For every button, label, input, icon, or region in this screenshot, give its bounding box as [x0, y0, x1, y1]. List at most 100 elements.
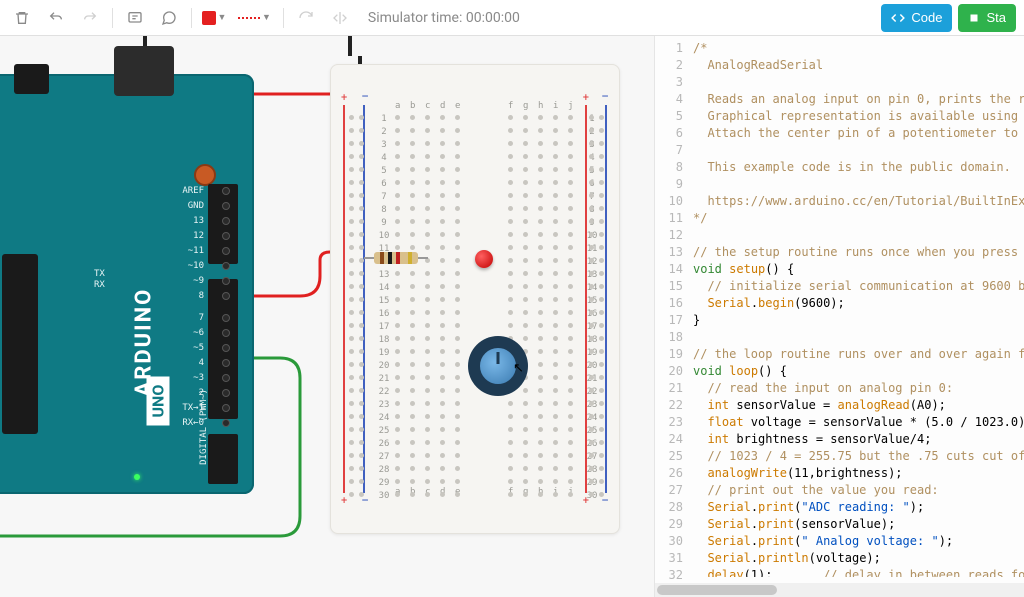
tie-point[interactable] [395, 349, 400, 354]
rail-point[interactable] [589, 271, 594, 276]
tie-point[interactable] [523, 115, 528, 120]
tie-point[interactable] [568, 336, 573, 341]
rail-point[interactable] [349, 115, 354, 120]
tie-point[interactable] [568, 271, 573, 276]
tie-point[interactable] [440, 492, 445, 497]
rail-point[interactable] [589, 453, 594, 458]
tie-point[interactable] [538, 232, 543, 237]
rail-point[interactable] [589, 388, 594, 393]
tie-point[interactable] [425, 414, 430, 419]
rail-point[interactable] [349, 323, 354, 328]
tie-point[interactable] [440, 219, 445, 224]
tie-point[interactable] [538, 401, 543, 406]
tie-point[interactable] [523, 440, 528, 445]
rail-point[interactable] [589, 414, 594, 419]
rail-point[interactable] [599, 414, 604, 419]
rail-point[interactable] [359, 466, 364, 471]
wire-color-picker[interactable]: ▼ [200, 4, 228, 32]
rail-point[interactable] [599, 310, 604, 315]
tie-point[interactable] [538, 388, 543, 393]
tie-point[interactable] [508, 180, 513, 185]
tie-point[interactable] [508, 440, 513, 445]
rail-point[interactable] [349, 167, 354, 172]
rail-point[interactable] [359, 245, 364, 250]
tie-point[interactable] [508, 427, 513, 432]
tie-point[interactable] [568, 323, 573, 328]
tie-point[interactable] [410, 440, 415, 445]
tie-point[interactable] [455, 154, 460, 159]
rail-point[interactable] [359, 128, 364, 133]
tie-point[interactable] [538, 115, 543, 120]
tie-point[interactable] [440, 271, 445, 276]
tie-point[interactable] [455, 414, 460, 419]
rail-point[interactable] [359, 349, 364, 354]
rail-point[interactable] [359, 440, 364, 445]
tie-point[interactable] [523, 401, 528, 406]
tie-point[interactable] [440, 180, 445, 185]
rail-point[interactable] [599, 297, 604, 302]
tie-point[interactable] [568, 167, 573, 172]
tie-point[interactable] [508, 466, 513, 471]
trash-icon[interactable] [8, 4, 36, 32]
tie-point[interactable] [508, 193, 513, 198]
rail-point[interactable] [599, 167, 604, 172]
tie-point[interactable] [538, 427, 543, 432]
tie-point[interactable] [410, 128, 415, 133]
tie-point[interactable] [508, 323, 513, 328]
tie-point[interactable] [395, 466, 400, 471]
tie-point[interactable] [568, 297, 573, 302]
rail-point[interactable] [349, 284, 354, 289]
pin-hole[interactable] [222, 419, 230, 427]
wire-style-picker[interactable]: ▼ [234, 4, 275, 32]
circuit-canvas[interactable]: ARDUINO UNO POWER ANALOG IN DIGITAL (PWM… [0, 36, 654, 597]
rail-point[interactable] [359, 297, 364, 302]
tie-point[interactable] [425, 466, 430, 471]
tie-point[interactable] [538, 284, 543, 289]
tie-point[interactable] [523, 479, 528, 484]
rail-point[interactable] [599, 401, 604, 406]
tie-point[interactable] [553, 440, 558, 445]
start-simulation-button[interactable]: Sta [958, 4, 1016, 32]
tie-point[interactable] [410, 271, 415, 276]
tie-point[interactable] [410, 414, 415, 419]
tie-point[interactable] [395, 193, 400, 198]
rail-point[interactable] [599, 154, 604, 159]
rail-point[interactable] [349, 232, 354, 237]
tie-point[interactable] [395, 297, 400, 302]
tie-point[interactable] [410, 219, 415, 224]
tie-point[interactable] [523, 180, 528, 185]
tie-point[interactable] [455, 401, 460, 406]
tie-point[interactable] [410, 349, 415, 354]
tie-point[interactable] [508, 284, 513, 289]
tie-point[interactable] [395, 245, 400, 250]
tie-point[interactable] [508, 258, 513, 263]
pin-hole[interactable] [222, 374, 230, 382]
pin-hole[interactable] [222, 202, 230, 210]
tie-point[interactable] [508, 310, 513, 315]
tie-point[interactable] [410, 401, 415, 406]
tie-point[interactable] [425, 336, 430, 341]
tie-point[interactable] [425, 206, 430, 211]
tie-point[interactable] [523, 427, 528, 432]
rail-point[interactable] [359, 479, 364, 484]
undo-icon[interactable] [42, 4, 70, 32]
code-text[interactable]: /* AnalogReadSerial Reads an analog inpu… [689, 36, 1024, 577]
tie-point[interactable] [440, 206, 445, 211]
tie-point[interactable] [440, 167, 445, 172]
tie-point[interactable] [455, 128, 460, 133]
breadboard[interactable]: + − + − + − + − aabbccddeeffgghhiijj1122… [330, 64, 620, 534]
tie-point[interactable] [553, 167, 558, 172]
rail-point[interactable] [599, 492, 604, 497]
tie-point[interactable] [395, 479, 400, 484]
tie-point[interactable] [538, 193, 543, 198]
tie-point[interactable] [425, 180, 430, 185]
tie-point[interactable] [508, 154, 513, 159]
tie-point[interactable] [425, 115, 430, 120]
tie-point[interactable] [410, 297, 415, 302]
tie-point[interactable] [455, 206, 460, 211]
rail-point[interactable] [589, 219, 594, 224]
tie-point[interactable] [440, 401, 445, 406]
rail-point[interactable] [599, 479, 604, 484]
tie-point[interactable] [538, 271, 543, 276]
reset-button[interactable] [194, 164, 216, 186]
